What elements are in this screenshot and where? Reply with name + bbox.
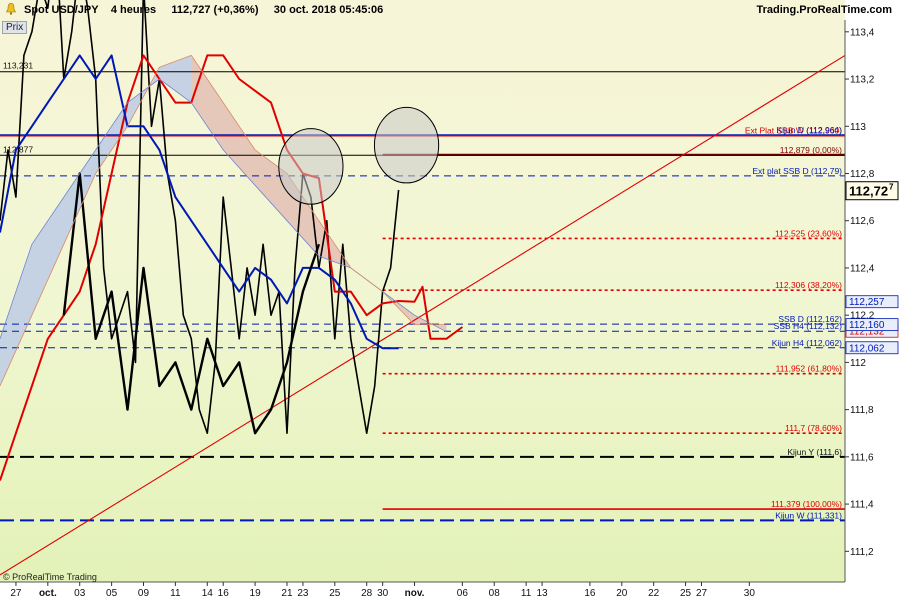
y-tick-label: 113: [850, 122, 866, 133]
level-label: 112,879 (0,00%): [780, 145, 842, 155]
y-highlight-label: 112,160: [849, 320, 885, 331]
level-label: Ext plat SSB D (112,79): [752, 166, 842, 176]
x-tick-label: nov.: [405, 588, 425, 599]
level-label: Kijun H4 (112,062): [772, 338, 842, 348]
x-tick-label: 19: [250, 588, 262, 599]
level-label: SSB H4 (112,132): [774, 321, 843, 331]
x-tick-label: 16: [218, 588, 230, 599]
source-label: Trading.ProRealTime.com: [756, 4, 892, 16]
x-tick-label: oct.: [39, 588, 57, 599]
quote-datetime: 30 oct. 2018 05:45:06: [273, 4, 384, 16]
bell-icon[interactable]: [6, 3, 16, 15]
y-tick-label: 112: [850, 358, 866, 369]
y-tick-label: 112,8: [850, 169, 875, 180]
level-label: 111,7 (78,60%): [785, 423, 842, 433]
price-chart[interactable]: 113,231Ext Plat SSB W (112,960)Kijun D (…: [0, 0, 900, 600]
symbol-name: Spot USD/JPY: [24, 4, 99, 16]
level-label: Kijun D (112,964): [776, 125, 842, 135]
x-tick-label: 14: [202, 588, 214, 599]
level-label: 112,525 (23,60%): [775, 228, 842, 238]
circle-annotation: [278, 128, 344, 205]
y-highlight-label: 112,062: [849, 343, 885, 354]
circle-annotation: [373, 106, 440, 184]
x-tick-label: 27: [696, 588, 708, 599]
y-tick-label: 111,2: [850, 547, 874, 558]
x-tick-label: 25: [680, 588, 692, 599]
footer-copyright: © ProRealTime Trading: [3, 572, 97, 582]
level-label: Kijun W (111,331): [775, 510, 842, 520]
level-label: 113,231: [3, 61, 33, 71]
chart-header: Spot USD/JPY 4 heures 112,727 (+0,36%) 3…: [24, 4, 383, 18]
x-tick-label: 25: [329, 588, 341, 599]
x-tick-label: 23: [297, 588, 309, 599]
x-tick-label: 30: [377, 588, 389, 599]
y-tick-label: 111,6: [850, 452, 874, 463]
x-tick-label: 08: [489, 588, 501, 599]
x-tick-label: 20: [616, 588, 628, 599]
current-price-label: 112,72: [849, 184, 888, 199]
x-tick-label: 27: [10, 588, 22, 599]
x-tick-label: 21: [281, 588, 293, 599]
y-tick-label: 113,4: [850, 27, 875, 38]
y-tick-label: 112,6: [850, 216, 875, 227]
x-tick-label: 09: [138, 588, 150, 599]
y-tick-label: 111,8: [850, 405, 874, 416]
level-label: Kijun Y (111,6): [787, 447, 842, 457]
y-tick-label: 112,4: [850, 263, 875, 274]
x-tick-label: 06: [457, 588, 469, 599]
y-highlight-label: 112,257: [849, 297, 885, 308]
last-price-change: 112,727 (+0,36%): [171, 4, 259, 16]
x-tick-label: 30: [744, 588, 756, 599]
x-tick-label: 03: [74, 588, 86, 599]
level-label: 112,306 (38,20%): [775, 280, 842, 290]
period-label: 4 heures: [110, 4, 157, 16]
x-tick-label: 16: [584, 588, 596, 599]
x-tick-label: 11: [170, 588, 181, 599]
current-price-sup: 7: [889, 183, 894, 192]
x-tick-label: 13: [537, 588, 549, 599]
y-tick-label: 111,4: [850, 500, 874, 511]
x-tick-label: 22: [648, 588, 660, 599]
x-tick-label: 28: [361, 588, 373, 599]
level-label: 111,952 (61,80%): [776, 364, 842, 374]
y-tick-label: 113,2: [850, 75, 875, 86]
panel-label-prix[interactable]: Prix: [2, 21, 28, 34]
x-tick-label: 05: [106, 588, 118, 599]
level-label: 111,379 (100,00%): [771, 499, 842, 509]
x-tick-label: 11: [521, 588, 532, 599]
